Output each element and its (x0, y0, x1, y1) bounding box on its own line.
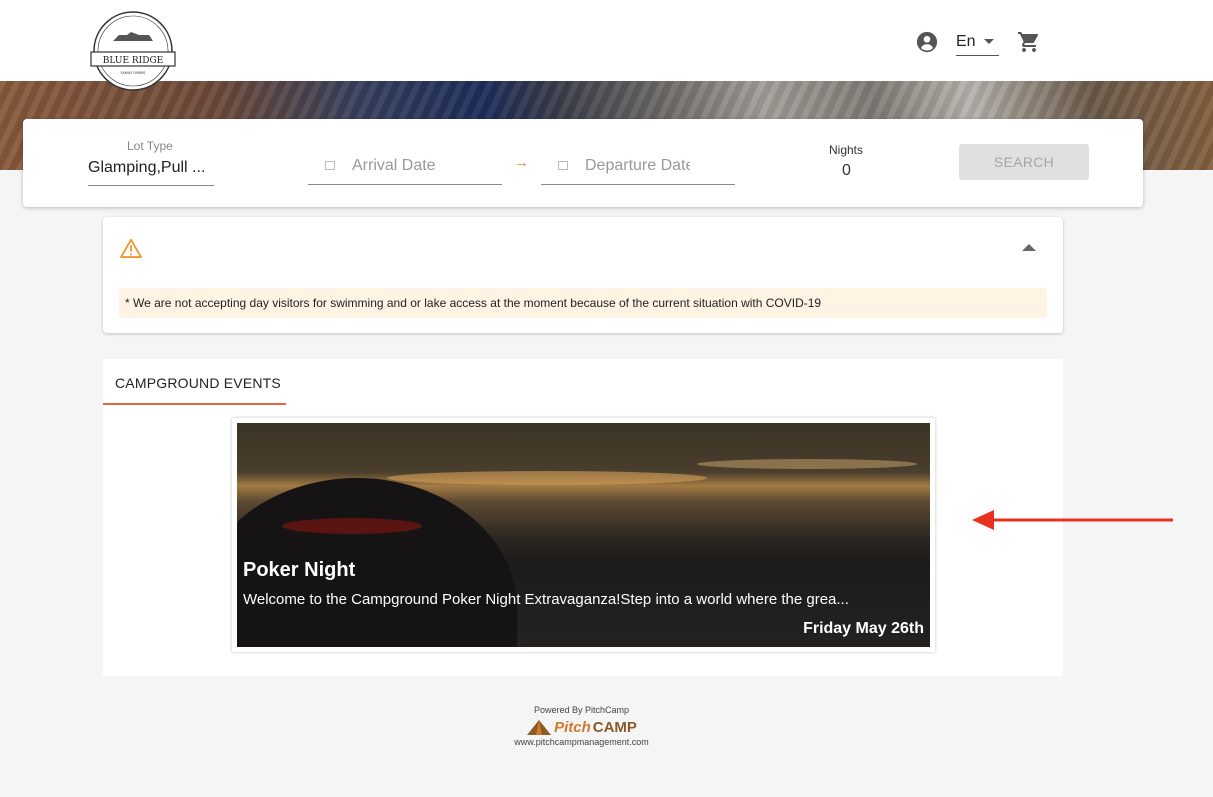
pitchcamp-logo[interactable]: Pitch CAMP (0, 718, 1163, 736)
tent-icon (527, 720, 552, 735)
svg-text:FAMILY FARMS: FAMILY FARMS (121, 71, 146, 75)
footer: Powered By PitchCamp Pitch CAMP www.pitc… (0, 705, 1163, 747)
account-circle-icon[interactable] (916, 31, 938, 53)
powered-by-text: Powered By PitchCamp (533, 705, 630, 715)
lot-type-select[interactable]: Glamping,Pull ... (88, 159, 214, 186)
warning-icon (120, 238, 142, 258)
language-value: En (956, 32, 976, 50)
campground-events-section: CAMPGROUND EVENTS Poker Night Welcome to… (103, 359, 1063, 676)
cart-icon[interactable] (1017, 30, 1041, 54)
calendar-icon (325, 161, 335, 170)
arrow-right-icon: → (514, 154, 529, 171)
chevron-up-icon[interactable] (1022, 244, 1036, 251)
tent-stripe (282, 518, 422, 534)
search-bar: Lot Type Glamping,Pull ... Arrival Date … (23, 119, 1143, 207)
covid-notice-panel: * We are not accepting day visitors for … (103, 217, 1063, 333)
event-card[interactable]: Poker Night Welcome to the Campground Po… (232, 418, 935, 652)
arrival-date-input[interactable]: Arrival Date (308, 147, 502, 185)
chevron-down-icon (983, 39, 994, 44)
pitchcamp-brand-camp: CAMP (592, 718, 637, 736)
blue-ridge-logo[interactable]: BLUE RIDGE FAMILY FARMS (89, 11, 177, 91)
tab-campground-events[interactable]: CAMPGROUND EVENTS (103, 359, 286, 405)
event-image: Poker Night Welcome to the Campground Po… (237, 423, 930, 647)
site-header: BLUE RIDGE FAMILY FARMS En (0, 0, 1213, 91)
event-description: Welcome to the Campground Poker Night Ex… (243, 591, 849, 608)
nights-label: Nights (829, 143, 864, 157)
nights-value: 0 (842, 162, 851, 179)
event-title: Poker Night (243, 559, 356, 581)
calendar-icon (558, 161, 568, 170)
event-date: Friday May 26th (803, 620, 924, 637)
cloud-shape (387, 471, 707, 485)
pitchcamp-url: www.pitchcampmanagement.com (514, 737, 649, 747)
language-select[interactable]: En (956, 28, 999, 56)
departure-date-placeholder: Departure Date (585, 156, 690, 174)
annotation-arrow-icon (972, 510, 1173, 530)
arrival-date-placeholder: Arrival Date (352, 156, 436, 174)
notice-message: * We are not accepting day visitors for … (119, 288, 1047, 318)
cloud-shape (697, 459, 917, 469)
search-button[interactable]: SEARCH (959, 144, 1089, 180)
pitchcamp-brand-pitch: Pitch (554, 718, 591, 736)
lot-type-label: Lot Type (127, 139, 173, 153)
departure-date-input[interactable]: Departure Date (541, 147, 735, 185)
svg-text:BLUE RIDGE: BLUE RIDGE (103, 56, 163, 66)
